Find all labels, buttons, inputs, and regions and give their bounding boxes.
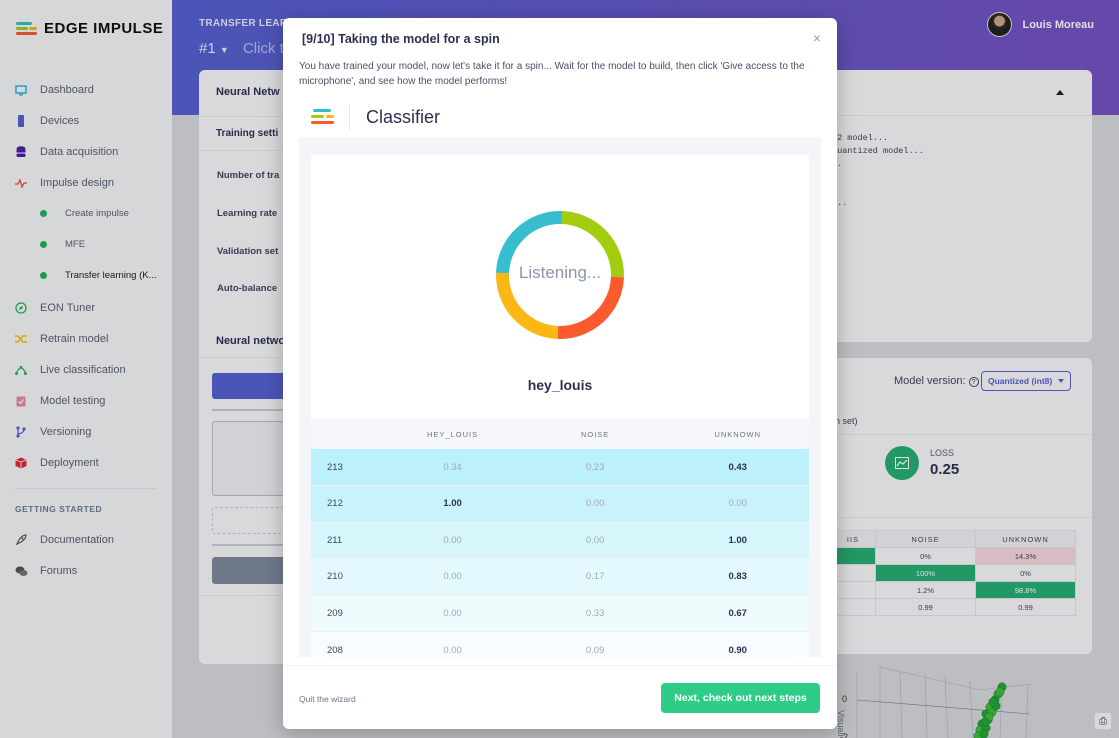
col-header-hey-louis: HEY_LOUIS bbox=[381, 419, 524, 449]
table-row: 208 0.00 0.09 0.90 bbox=[311, 631, 809, 657]
col-header-unknown: UNKNOWN bbox=[666, 419, 809, 449]
score-noise: 0.09 bbox=[523, 631, 667, 657]
table-row: 210 0.00 0.17 0.83 bbox=[311, 558, 809, 595]
sample-id: 208 bbox=[311, 631, 382, 657]
modal-description: You have trained your model, now let's t… bbox=[299, 61, 805, 87]
results-table: HEY_LOUIS NOISE UNKNOWN 213 0.34 0.23 0.43 2… bbox=[311, 419, 809, 657]
score-hey-louis: 1.00 bbox=[381, 485, 524, 522]
sample-id: 212 bbox=[311, 485, 382, 522]
col-header-noise: NOISE bbox=[523, 419, 667, 449]
modal-title: [9/10] Taking the model for a spin bbox=[302, 32, 500, 46]
table-row: 213 0.34 0.23 0.43 bbox=[311, 449, 809, 486]
score-hey-louis: 0.34 bbox=[381, 449, 524, 486]
wizard-modal: [9/10] Taking the model for a spin × You… bbox=[283, 18, 837, 729]
score-hey-louis: 0.00 bbox=[381, 594, 524, 632]
col-header-id bbox=[311, 419, 382, 449]
table-row: 209 0.00 0.33 0.67 bbox=[311, 594, 809, 632]
score-noise: 0.00 bbox=[523, 521, 667, 559]
score-unknown: 0.90 bbox=[666, 631, 809, 657]
score-hey-louis: 0.00 bbox=[381, 631, 524, 657]
score-unknown: 0.83 bbox=[666, 558, 809, 595]
sample-id: 210 bbox=[311, 558, 382, 595]
edge-impulse-logo-icon bbox=[311, 108, 337, 126]
sample-id: 209 bbox=[311, 594, 382, 632]
score-hey-louis: 0.00 bbox=[381, 521, 524, 559]
close-icon[interactable]: × bbox=[813, 30, 821, 46]
classifier-area: Listening... hey_louis HEY_LOUIS NOISE U… bbox=[299, 137, 821, 657]
classifier-title: Classifier bbox=[366, 106, 441, 127]
donut-segment bbox=[557, 276, 624, 339]
score-unknown: 0.67 bbox=[666, 594, 809, 632]
score-noise: 0.17 bbox=[523, 558, 667, 595]
modal-footer: Quit the wizard Next, check out next ste… bbox=[283, 665, 837, 729]
sample-id: 213 bbox=[311, 449, 382, 486]
score-noise: 0.23 bbox=[523, 449, 667, 486]
score-unknown: 0.00 bbox=[666, 485, 809, 522]
score-noise: 0.33 bbox=[523, 594, 667, 632]
table-row: 212 1.00 0.00 0.00 bbox=[311, 485, 809, 522]
quit-wizard-link[interactable]: Quit the wizard bbox=[299, 694, 356, 704]
top-prediction-label: hey_louis bbox=[527, 377, 593, 393]
score-hey-louis: 0.00 bbox=[381, 558, 524, 595]
sample-id: 211 bbox=[311, 521, 382, 559]
next-steps-button[interactable]: Next, check out next steps bbox=[661, 683, 820, 713]
classifier-header: Classifier bbox=[299, 98, 821, 136]
score-unknown: 0.43 bbox=[666, 449, 809, 486]
listening-status: Listening... bbox=[518, 263, 602, 282]
table-row: 211 0.00 0.00 1.00 bbox=[311, 521, 809, 559]
classifier-card: Listening... hey_louis HEY_LOUIS NOISE U… bbox=[311, 155, 809, 657]
score-unknown: 1.00 bbox=[666, 521, 809, 559]
score-noise: 0.00 bbox=[523, 485, 667, 522]
